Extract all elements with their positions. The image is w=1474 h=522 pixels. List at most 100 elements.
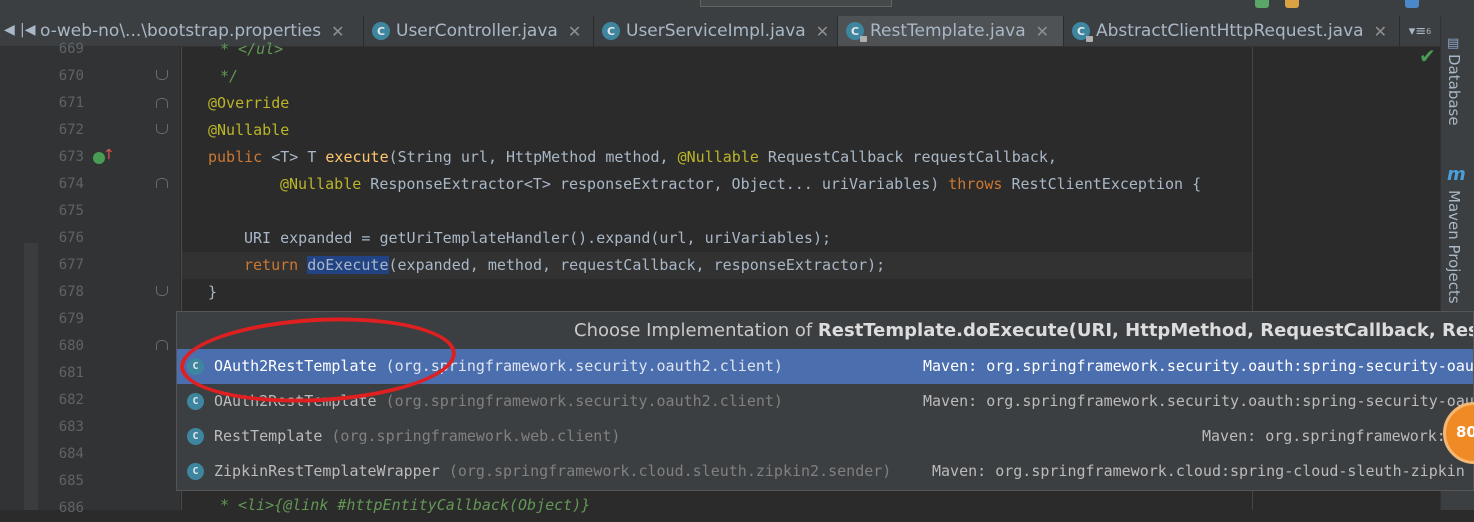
popup-title-method: RestTemplate.doExecute(URI, HttpMethod, … <box>817 320 1473 341</box>
item-source: Maven: org.springframework.cloud:spring-… <box>932 462 1465 480</box>
annotation-nullable: @Nullable <box>280 175 362 193</box>
params-part-a: (String url, HttpMethod method, <box>388 148 678 166</box>
keyword-public: public <box>208 148 263 166</box>
fold-end-icon[interactable] <box>156 124 168 134</box>
implementation-item[interactable]: C OAuth2RestTemplate (org.springframewor… <box>177 384 1474 419</box>
line-number: 686 <box>58 500 84 516</box>
line-number: 672 <box>58 122 84 138</box>
method-name-execute[interactable]: execute <box>325 148 388 166</box>
item-source: Maven: org.springframework: <box>1202 427 1446 445</box>
inspection-ok-check-icon[interactable]: ✔ <box>1419 44 1436 68</box>
class-icon: C <box>187 428 204 445</box>
line-number: 682 <box>58 392 84 408</box>
item-package: (org.springframework.security.oauth2.cli… <box>385 392 783 410</box>
line-number: 670 <box>58 68 84 84</box>
database-tool-tab[interactable]: Database <box>1445 54 1463 126</box>
item-package: (org.springframework.cloud.sleuth.zipkin… <box>448 462 892 480</box>
line-number: 674 <box>58 176 84 192</box>
implementation-item[interactable]: C OAuth2RestTemplate (org.springframewor… <box>177 349 1474 384</box>
keyword-return: return <box>244 256 299 274</box>
class-icon: C <box>187 393 204 410</box>
line-number: 683 <box>58 419 84 435</box>
item-package: (org.springframework.security.oauth2.cli… <box>385 357 783 375</box>
code-line-678: } <box>208 283 218 301</box>
locked-class-icon: C <box>1072 22 1093 42</box>
fold-start-icon[interactable] <box>156 98 168 108</box>
params-part-b: RequestCallback requestCallback, <box>758 148 1057 166</box>
implementation-item[interactable]: C RestTemplate (org.springframework.web.… <box>177 419 1473 454</box>
line-number: 677 <box>58 257 84 273</box>
locked-class-icon: C <box>846 22 867 42</box>
line-number: 678 <box>58 284 84 300</box>
line-number: 675 <box>58 203 84 219</box>
item-class-name: ZipkinRestTemplateWrapper <box>214 462 440 480</box>
item-class-name: OAuth2RestTemplate <box>214 357 377 375</box>
vcs-icon[interactable] <box>1405 0 1419 8</box>
pipe-left-icon: |◀ <box>20 22 36 38</box>
annotation-nullable: @Nullable <box>677 148 759 166</box>
code-line-672: @Nullable <box>208 121 290 139</box>
maven-icon: m <box>1447 164 1466 185</box>
tab-user-controller[interactable]: C UserController.java ✕ <box>364 16 594 46</box>
maven-projects-tool-tab[interactable]: Maven Projects <box>1445 190 1463 304</box>
close-icon[interactable]: ✕ <box>568 22 581 41</box>
run-icon[interactable] <box>1255 0 1269 8</box>
close-icon[interactable]: ✕ <box>1036 22 1049 41</box>
fold-end-icon[interactable] <box>156 70 168 80</box>
tab-label: UserServiceImpl.java <box>626 21 806 41</box>
close-icon[interactable]: ✕ <box>331 22 344 41</box>
class-icon: C <box>187 358 204 375</box>
tab-abstract-client-http-request[interactable]: C AbstractClientHttpRequest.java ✕ <box>1064 16 1400 46</box>
item-source: Maven: org.springframework.security.oaut… <box>923 392 1474 410</box>
tab-label: AbstractClientHttpRequest.java <box>1096 21 1364 41</box>
code-line-677: return doExecute(expanded, method, reque… <box>244 252 885 279</box>
debug-icon[interactable] <box>1285 0 1299 8</box>
throws-clause: RestClientException { <box>1002 175 1202 193</box>
fold-end-icon[interactable] <box>156 286 168 296</box>
fold-start-icon[interactable] <box>156 178 168 188</box>
tab-label: RestTemplate.java <box>870 21 1026 41</box>
tab-rest-template[interactable]: C RestTemplate.java ✕ <box>838 16 1064 46</box>
call-args: (expanded, method, requestCallback, resp… <box>388 256 886 274</box>
fold-start-icon[interactable] <box>156 340 168 350</box>
override-arrow-icon[interactable]: ↑ <box>103 147 115 163</box>
implementation-item[interactable]: C ZipkinRestTemplateWrapper (org.springf… <box>177 454 1473 489</box>
code-line-670: */ <box>220 67 239 85</box>
code-line-673: public <T> T execute(String url, HttpMet… <box>208 144 1057 171</box>
close-icon[interactable]: ✕ <box>816 22 829 41</box>
tab-label: UserController.java <box>396 21 558 41</box>
line-number: 676 <box>58 230 84 246</box>
keyword-throws: throws <box>948 175 1003 193</box>
line-number: 669 <box>58 41 84 57</box>
item-source: Maven: org.springframework.security.oaut… <box>923 357 1474 375</box>
choose-implementation-popup: Choose Implementation of RestTemplate.do… <box>176 311 1474 491</box>
tabs-scroll-left-button[interactable]: ◀ |◀ <box>0 16 38 46</box>
selected-method-doexecute[interactable]: doExecute <box>307 256 389 274</box>
popup-title: Choose Implementation of RestTemplate.do… <box>574 314 1473 347</box>
item-class-name: RestTemplate <box>214 427 323 445</box>
code-line-674: @Nullable ResponseExtractor<T> responseE… <box>280 171 1201 198</box>
close-icon[interactable]: ✕ <box>1374 22 1387 41</box>
popup-title-prefix: Choose Implementation of <box>574 320 818 341</box>
class-icon: C <box>187 463 204 480</box>
database-icon: ▤ <box>1447 36 1460 51</box>
line-number: 680 <box>58 338 84 354</box>
code-line-676: URI expanded = getUriTemplateHandler().e… <box>244 229 831 247</box>
line-number: 671 <box>58 95 84 111</box>
generic-type: <T> T <box>271 148 317 166</box>
line-number: 681 <box>58 365 84 381</box>
tab-bootstrap-properties[interactable]: o-web-no\...\bootstrap.properties ✕ <box>38 16 364 46</box>
code-line-669: * </ul> <box>220 40 284 58</box>
tab-user-service-impl[interactable]: C UserServiceImpl.java ✕ <box>594 16 838 46</box>
tab-list-icon: ▾≡ <box>1408 23 1427 39</box>
class-icon: C <box>602 22 620 40</box>
code-line-671: @Override <box>208 94 290 112</box>
line-number: 673 <box>58 149 84 165</box>
badge-count: 80 <box>1456 423 1474 441</box>
toolbar-strip <box>0 0 1474 16</box>
line-number: 685 <box>58 473 84 489</box>
item-package: (org.springframework.web.client) <box>331 427 621 445</box>
tab-overflow-menu-button[interactable]: ▾≡ 6 <box>1400 16 1440 46</box>
code-line-686: * <li>{@link #httpEntityCallback(Object)… <box>220 496 591 514</box>
toolbar-search-box[interactable] <box>700 0 892 7</box>
